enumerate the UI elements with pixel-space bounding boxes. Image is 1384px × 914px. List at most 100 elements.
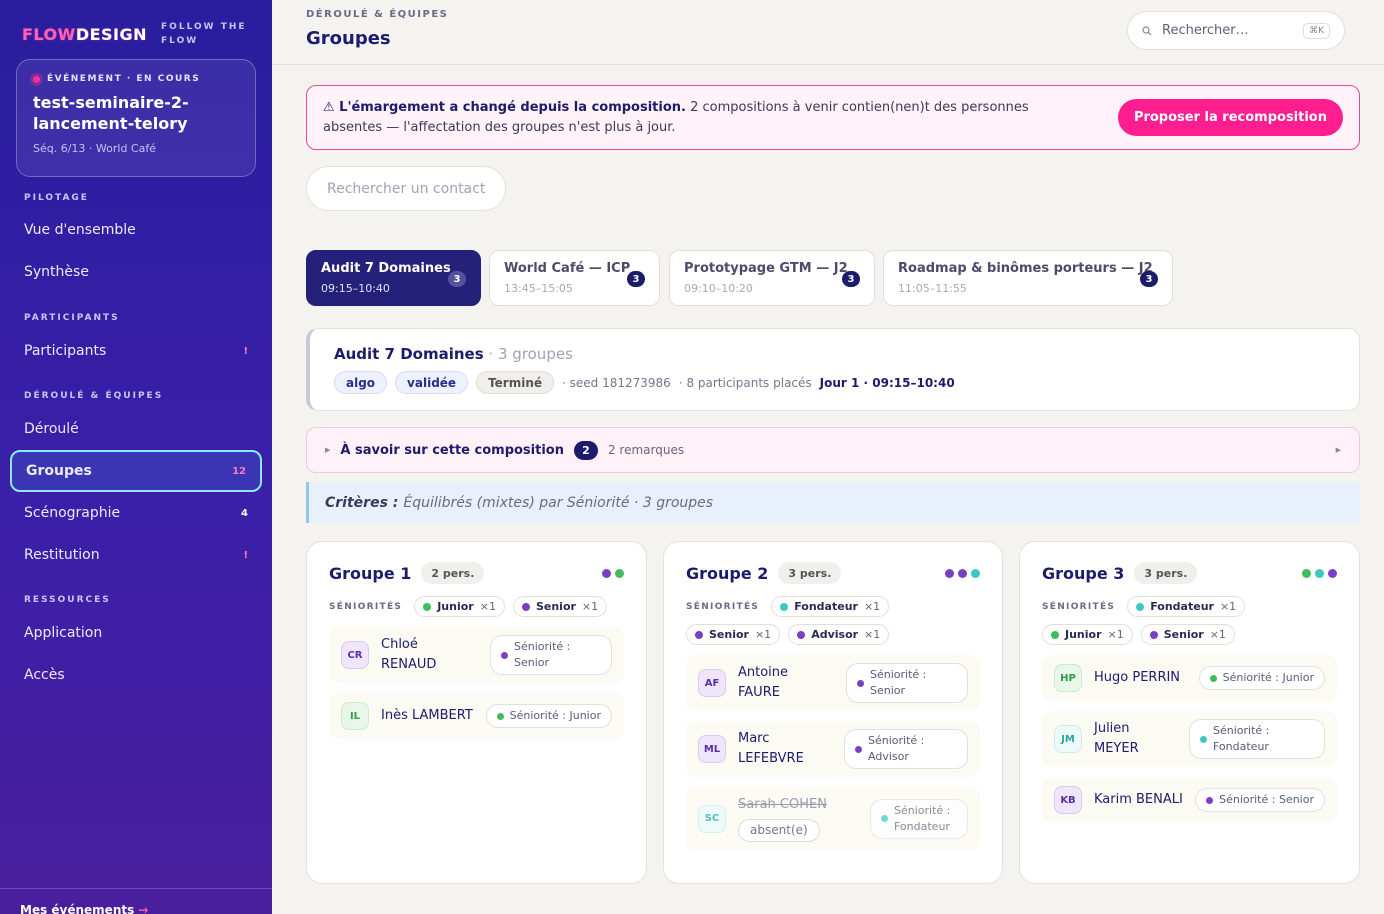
alert-title: ⚠ L'émargement a changé depuis la compos…: [323, 100, 686, 115]
seniority-tag: Fondateur ×1: [1127, 596, 1246, 617]
avatar: CR: [341, 641, 369, 669]
member-row[interactable]: HP Hugo PERRIN Séniorité : Junior: [1042, 655, 1337, 701]
member-name: Sarah COHEN: [738, 797, 827, 812]
composition-card: Audit 7 Domaines · 3 groupes algo validé…: [306, 328, 1360, 411]
contact-search-input[interactable]: Rechercher un contact: [306, 166, 506, 211]
group-count-badge: 3: [1140, 271, 1158, 287]
sidebar-item-deroule[interactable]: Déroulé: [10, 408, 262, 450]
group-title: Groupe 2: [686, 563, 769, 583]
member-row[interactable]: ML Marc LEFEBVRE Séniorité : Advisor: [686, 721, 980, 777]
flowdesign-logo[interactable]: FLOWDESIGN: [22, 25, 147, 44]
event-meta: Séq. 6/13 · World Café: [33, 142, 156, 155]
nav-section-participants: PARTICIPANTS: [24, 313, 120, 323]
sidebar-item-scenographie[interactable]: Scénographie 4: [10, 492, 262, 534]
session-tab-world-cafe[interactable]: World Café — ICP 13:45–15:05 3: [489, 250, 660, 306]
member-name: Chloé RENAUD: [381, 637, 437, 672]
seniority-tag: Fondateur ×1: [771, 596, 890, 617]
propose-recomposition-button[interactable]: Proposer la recomposition: [1117, 99, 1343, 136]
seniority-dots: [945, 568, 980, 578]
group-title: Groupe 3: [1042, 563, 1125, 583]
schedule-text: Jour 1 · 09:15–10:40: [819, 375, 955, 390]
session-tab-audit[interactable]: Audit 7 Domaines 09:15–10:40 3: [306, 250, 481, 306]
group-size-badge: 3 pers.: [778, 562, 842, 584]
seniority-tag: Senior ×1: [686, 624, 781, 645]
seniority-pill: Séniorité : Fondateur: [870, 798, 968, 839]
event-status: ÉVÉNEMENT · EN COURS: [33, 74, 239, 84]
member-name: Marc LEFEBVRE: [738, 731, 804, 766]
seniority-tag: Junior ×1: [1042, 624, 1133, 645]
session-tab-prototypage[interactable]: Prototypage GTM — J2 09:10–10:20 3: [669, 250, 875, 306]
seniority-pill: Séniorité : Senior: [1195, 788, 1325, 812]
seniority-tag: Advisor ×1: [788, 624, 890, 645]
sidebar-item-application[interactable]: Application: [10, 612, 262, 654]
group-count-badge: 3: [627, 271, 645, 287]
avatar: JM: [1054, 725, 1082, 753]
search-icon: [1142, 25, 1152, 35]
member-row[interactable]: AF Antoine FAURE Séniorité : Senior: [686, 655, 980, 711]
avatar: SC: [698, 804, 726, 833]
avatar: KB: [1054, 786, 1082, 814]
group-card-3: Groupe 3 3 pers. SÉNIORITÉS Fondateur ×1 …: [1019, 541, 1360, 884]
group-card-2: Groupe 2 3 pers. SÉNIORITÉS Fondateur ×1 …: [663, 541, 1003, 884]
seniority-pill: Séniorité : Junior: [485, 704, 612, 728]
alert-badge: !: [243, 345, 248, 357]
seniority-tag: Senior ×1: [1140, 624, 1235, 645]
group-size-badge: 3 pers.: [1134, 562, 1198, 584]
member-name: Karim BENALI: [1094, 792, 1183, 807]
nav-section-ressources: RESSOURCES: [24, 595, 111, 605]
nav-section-pilotage: PILOTAGE: [24, 193, 89, 203]
alert-badge: !: [243, 549, 248, 561]
seniority-pill: Séniorité : Junior: [1198, 666, 1325, 690]
seniority-pill: Séniorité : Senior: [490, 635, 612, 675]
seniority-pill: Séniorité : Advisor: [844, 729, 968, 769]
arrow-right-icon: →: [138, 903, 149, 914]
my-events-link[interactable]: Mes événements →: [0, 888, 272, 914]
seed-text: · seed 181273986: [562, 375, 671, 390]
sidebar: FLOWDESIGN FOLLOW THE FLOW ÉVÉNEMENT · EN…: [0, 0, 272, 914]
group-card-1: Groupe 1 2 pers. SÉNIORITÉS Junior ×1 Sen…: [306, 541, 647, 884]
composition-notes-toggle[interactable]: ▶ À savoir sur cette composition 2 2 rem…: [306, 427, 1360, 473]
event-name: test-seminaire-2-lancement-telory: [33, 93, 189, 133]
placed-text: · 8 participants placés: [678, 375, 812, 390]
member-row[interactable]: JM Julien MEYER Séniorité : Fondateur: [1042, 711, 1337, 767]
group-title: Groupe 1: [329, 563, 412, 583]
member-name: Hugo PERRIN: [1094, 670, 1181, 685]
global-search-input[interactable]: Rechercher… ⌘K: [1127, 11, 1345, 50]
validated-chip: validée: [395, 371, 469, 394]
group-size-badge: 2 pers.: [421, 562, 485, 584]
seniority-dots: [602, 568, 624, 578]
count-badge: 12: [232, 465, 246, 477]
member-row[interactable]: CR Chloé RENAUD Séniorité : Senior: [329, 627, 624, 683]
session-tab-roadmap[interactable]: Roadmap & binômes porteurs — J2 11:05–11:…: [883, 250, 1173, 306]
sidebar-item-acces[interactable]: Accès: [10, 654, 262, 696]
member-row[interactable]: KB Karim BENALI Séniorité : Senior: [1042, 777, 1337, 823]
member-name: Antoine FAURE: [738, 665, 789, 700]
member-row-absent[interactable]: SC Sarah COHEN absent(e) Séniorité : Fonda…: [686, 787, 980, 850]
caret-right-icon: ▶: [325, 446, 331, 454]
nav-section-deroule: DÉROULÉ & ÉQUIPES: [24, 391, 164, 401]
notes-count-badge: 2: [573, 440, 598, 460]
member-row[interactable]: IL Inès LAMBERT Séniorité : Junior: [329, 693, 624, 739]
avatar: HP: [1054, 664, 1082, 692]
algo-chip: algo: [334, 371, 388, 394]
member-name: Julien MEYER: [1094, 721, 1139, 756]
sidebar-item-groupes[interactable]: Groupes 12: [10, 450, 262, 492]
sidebar-item-participants[interactable]: Participants!: [10, 330, 262, 372]
avatar: AF: [698, 669, 726, 697]
group-count-badge: 3: [448, 271, 466, 287]
absent-chip: absent(e): [738, 819, 820, 842]
sidebar-item-vue-ensemble[interactable]: Vue d'ensemble: [10, 209, 262, 251]
done-chip: Terminé: [476, 371, 555, 394]
group-count-badge: 3: [842, 271, 860, 287]
sidebar-item-restitution[interactable]: Restitution!: [10, 534, 262, 576]
attendance-alert: ⚠ L'émargement a changé depuis la compos…: [306, 85, 1360, 150]
breadcrumb: DÉROULÉ & ÉQUIPES: [306, 9, 449, 20]
brand: FLOWDESIGN FOLLOW THE FLOW: [22, 20, 247, 48]
seniority-dots: [1302, 568, 1337, 578]
avatar: IL: [341, 702, 369, 730]
page-header: DÉROULÉ & ÉQUIPES Groupes Rechercher… ⌘K: [272, 0, 1384, 65]
member-name: Inès LAMBERT: [381, 708, 473, 723]
sidebar-item-synthese[interactable]: Synthèse: [10, 251, 262, 293]
current-event-card[interactable]: ÉVÉNEMENT · EN COURS test-seminaire-2-la…: [16, 59, 256, 177]
live-dot-icon: [33, 75, 40, 83]
